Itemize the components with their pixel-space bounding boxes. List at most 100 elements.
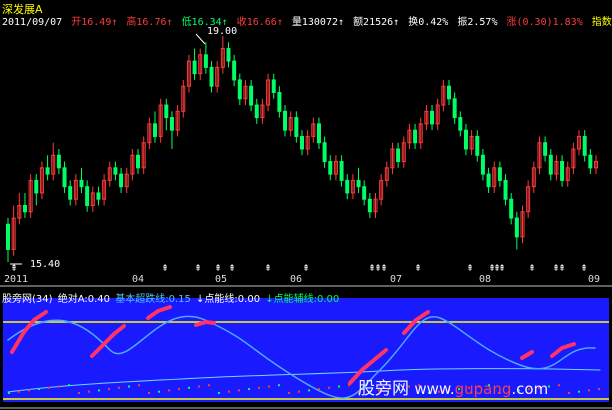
event-arrow-icon[interactable]: ⇞ (414, 264, 422, 274)
candle-body (22, 205, 27, 213)
candle-body (458, 117, 463, 131)
quote-turnover: 换0.42% (408, 17, 449, 28)
candle-body (322, 142, 327, 163)
indicator-dot (8, 392, 10, 394)
event-arrow-icon[interactable]: ⇞ (528, 264, 536, 274)
candle-body (277, 92, 282, 112)
indicator-name[interactable]: 股旁网(34) (2, 294, 53, 305)
index-tab[interactable]: 指数 (592, 17, 612, 28)
event-arrow-icon[interactable]: ⇞ (264, 264, 272, 274)
watermark-url-c: .com (511, 380, 549, 398)
indicator-dot (118, 386, 120, 389)
candle-body (328, 161, 333, 175)
quote-open: 开16.49↑ (71, 17, 118, 28)
candle-body (413, 129, 418, 144)
x-tick: 09 (588, 274, 601, 285)
candle-body (430, 110, 435, 125)
candle-body (396, 148, 401, 163)
indicator-dot (278, 384, 280, 387)
indicator-dot (308, 389, 310, 392)
indicator-point-aux: ↓点能辅线:0.00 (265, 294, 340, 305)
quote-close: 收16.66↑ (236, 17, 283, 28)
event-arrow-icon[interactable]: ⇞ (498, 264, 506, 274)
candle-body (56, 154, 61, 169)
candle-body (339, 161, 344, 181)
indicator-dot (218, 392, 220, 394)
x-tick: 06 (290, 274, 303, 285)
event-arrow-icon[interactable]: ⇞ (161, 264, 169, 274)
indicator-dot (188, 386, 190, 389)
indicator-point-line: ↓点能线:0.00 (196, 294, 261, 305)
x-tick: 07 (390, 274, 403, 285)
quote-date: 2011/09/07 (2, 17, 63, 28)
indicator-dot (268, 385, 270, 388)
candle-body (62, 167, 67, 188)
candle-body (514, 217, 519, 238)
candle-body (509, 198, 514, 219)
watermark: 股旁网 www.gupang.com (358, 374, 548, 399)
high-pointer (195, 33, 206, 45)
candle-body (79, 179, 84, 188)
indicator-dot (88, 390, 90, 393)
candle-body (283, 110, 288, 131)
high-price-label: 19.00 (207, 26, 238, 37)
indicator-dot (298, 390, 300, 393)
candle-body (192, 60, 197, 75)
event-arrows-group: ⇞ ⇞ ⇞ ⇞ ⇞ ⇞ ⇞ ⇞⇞⇞ ⇞ ⇞ ⇞⇞⇞ ⇞ ⇞⇞ ⇞ (10, 264, 588, 274)
candle-body (232, 60, 237, 81)
watermark-url-b: gupang (454, 380, 512, 398)
indicator-dot (258, 386, 260, 389)
event-arrow-icon[interactable]: ⇞ (228, 264, 236, 274)
candle-body (237, 79, 242, 100)
indicator-dot (328, 386, 330, 389)
event-arrow-icon[interactable]: ⇞ (380, 264, 388, 274)
indicator-dot (578, 390, 580, 393)
event-arrow-icon[interactable]: ⇞ (10, 264, 18, 274)
event-arrow-icon[interactable]: ⇞ (302, 264, 310, 274)
indicator-dot (128, 385, 130, 388)
candle-body (96, 192, 101, 200)
indicator-dot (248, 388, 250, 391)
candle-body (45, 167, 50, 175)
indicator-basic-line: 基本超跌线:0.15 (115, 294, 191, 305)
candle-body (68, 186, 73, 200)
candle-body (136, 154, 141, 169)
x-tick: 05 (215, 274, 228, 285)
indicator-dot (318, 388, 320, 391)
event-arrow-icon[interactable]: ⇞ (558, 264, 566, 274)
event-arrow-icon[interactable]: ⇞ (580, 264, 588, 274)
candles-group (6, 36, 598, 262)
candle-body (169, 117, 174, 131)
quote-volume: 量130072↑ (291, 17, 345, 28)
indicator-dot (58, 385, 60, 388)
indicator-legend: 股旁网(34) 绝对A:0.40 基本超跌线:0.15 ↓点能线:0.00 ↓点… (2, 290, 341, 305)
candle-body (497, 167, 502, 181)
indicator-dot (338, 385, 340, 388)
indicator-dot (588, 389, 590, 392)
event-arrow-icon[interactable]: ⇞ (466, 264, 474, 274)
event-arrow-icon[interactable]: ⇞ (214, 264, 222, 274)
watermark-url-a: www. (414, 380, 455, 398)
indicator-dot (548, 385, 550, 388)
candle-body (249, 85, 254, 106)
quote-high: 高16.76↑ (126, 17, 173, 28)
indicator-dot (108, 388, 110, 391)
indicator-dot (198, 385, 200, 388)
event-arrow-icon[interactable]: ⇞ (194, 264, 202, 274)
candle-body (447, 85, 451, 100)
candle-body (548, 154, 553, 175)
indicator-abs-a: 绝对A:0.40 (57, 294, 111, 305)
candle-body (209, 66, 214, 87)
indicator-dot (38, 388, 40, 391)
kline-chart[interactable]: ⇞ ⇞ ⇞ ⇞ ⇞ ⇞ ⇞ ⇞⇞⇞ ⇞ ⇞ ⇞⇞⇞ ⇞ ⇞⇞ ⇞ (0, 0, 612, 410)
candle-body (452, 98, 457, 119)
indicator-dot (68, 384, 70, 387)
indicator-dot (238, 389, 240, 392)
quote-amount: 额21526↑ (353, 17, 400, 28)
candle-body (475, 135, 480, 156)
candle-body (367, 198, 372, 213)
indicator-dot (568, 392, 570, 394)
indicator-dot (228, 390, 230, 393)
watermark-cn: 股旁网 (358, 379, 409, 399)
candle-body (300, 135, 304, 150)
